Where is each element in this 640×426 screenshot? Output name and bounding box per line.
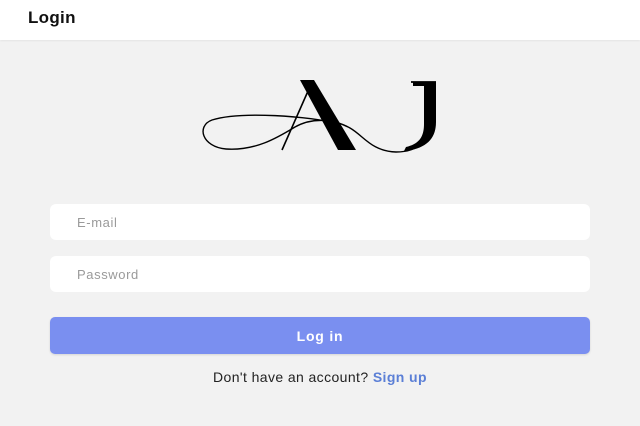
signup-link[interactable]: Sign up (373, 369, 427, 385)
aj-logo (202, 80, 436, 153)
login-button[interactable]: Log in (50, 317, 590, 354)
email-field[interactable] (50, 204, 590, 240)
login-content: Log in Don't have an account? Sign up (0, 40, 640, 426)
password-field[interactable] (50, 256, 590, 292)
page-title: Login (28, 8, 76, 27)
signup-row: Don't have an account? Sign up (0, 369, 640, 385)
signup-prompt: Don't have an account? (213, 369, 373, 385)
app-header: Login (0, 0, 640, 40)
login-screen: Login Log in Don't have an account? Sign… (0, 0, 640, 426)
